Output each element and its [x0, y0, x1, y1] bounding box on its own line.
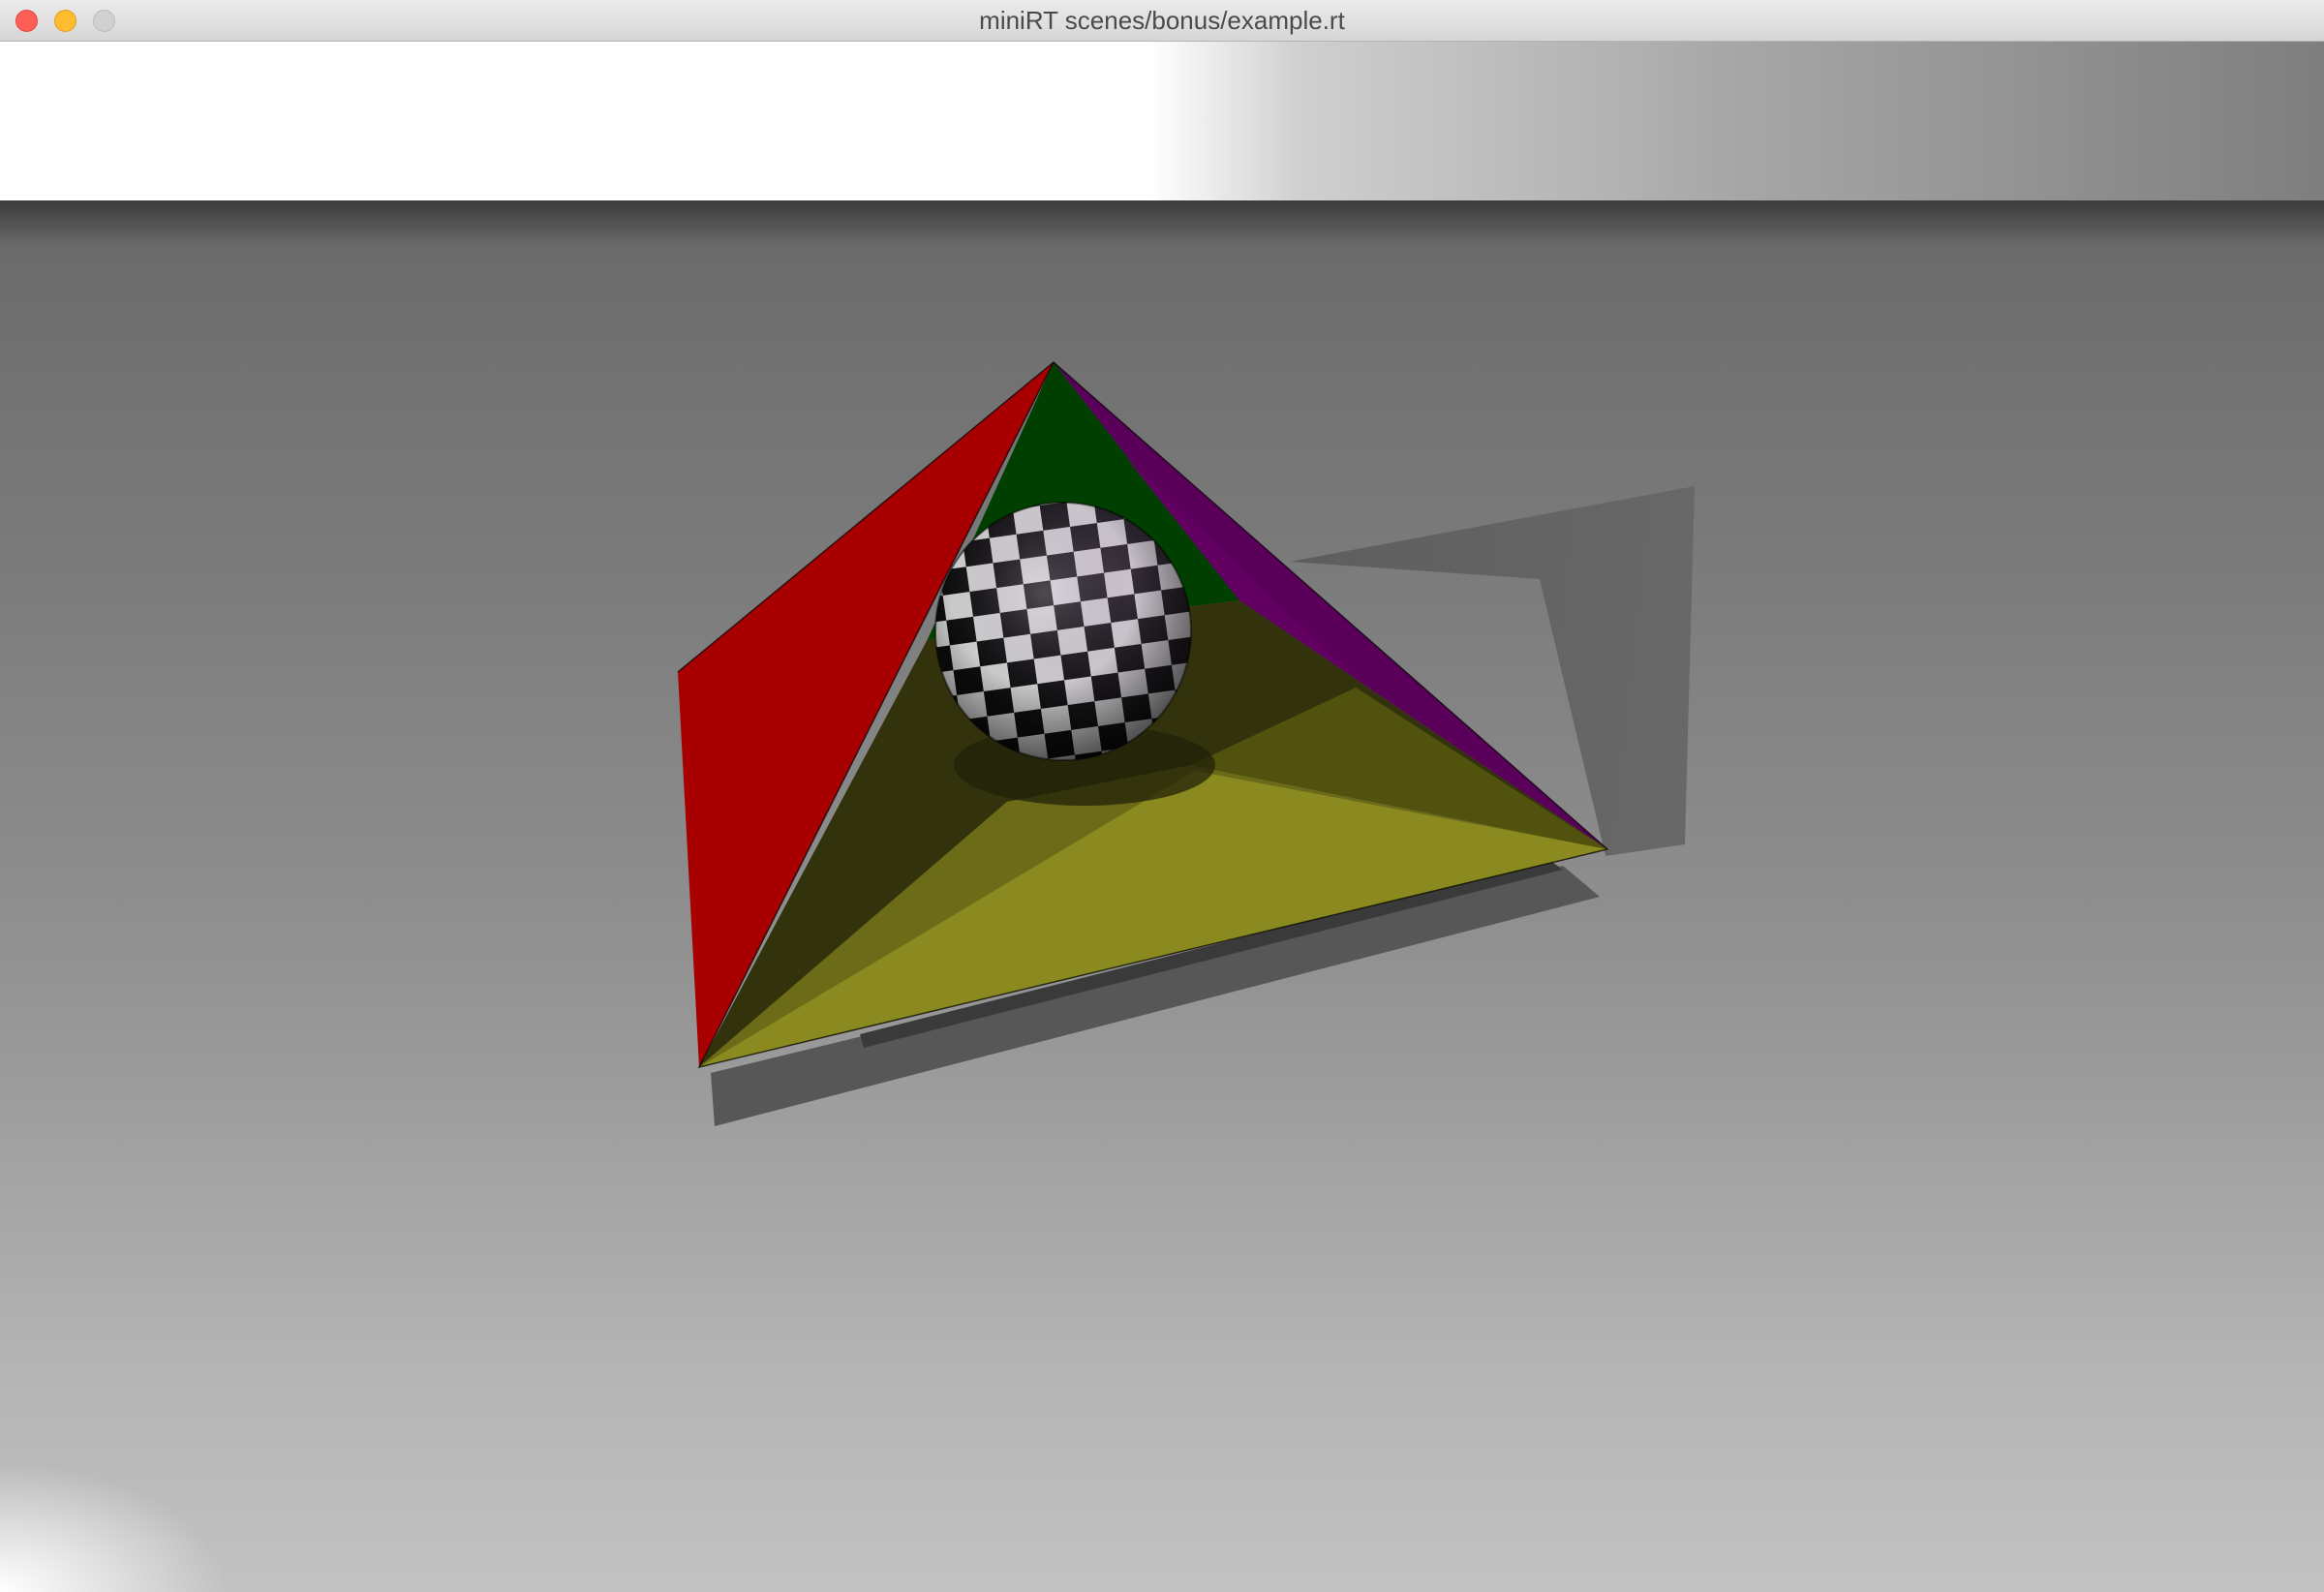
floor-corner-light [0, 1307, 504, 1592]
title-bar[interactable]: miniRT scenes/bonus/example.rt [0, 0, 2324, 42]
raytraced-scene-canvas [0, 42, 2324, 1592]
sky-band [0, 42, 2324, 202]
minirt-window: miniRT scenes/bonus/example.rt [0, 0, 2324, 1592]
window-title: miniRT scenes/bonus/example.rt [979, 6, 1345, 35]
